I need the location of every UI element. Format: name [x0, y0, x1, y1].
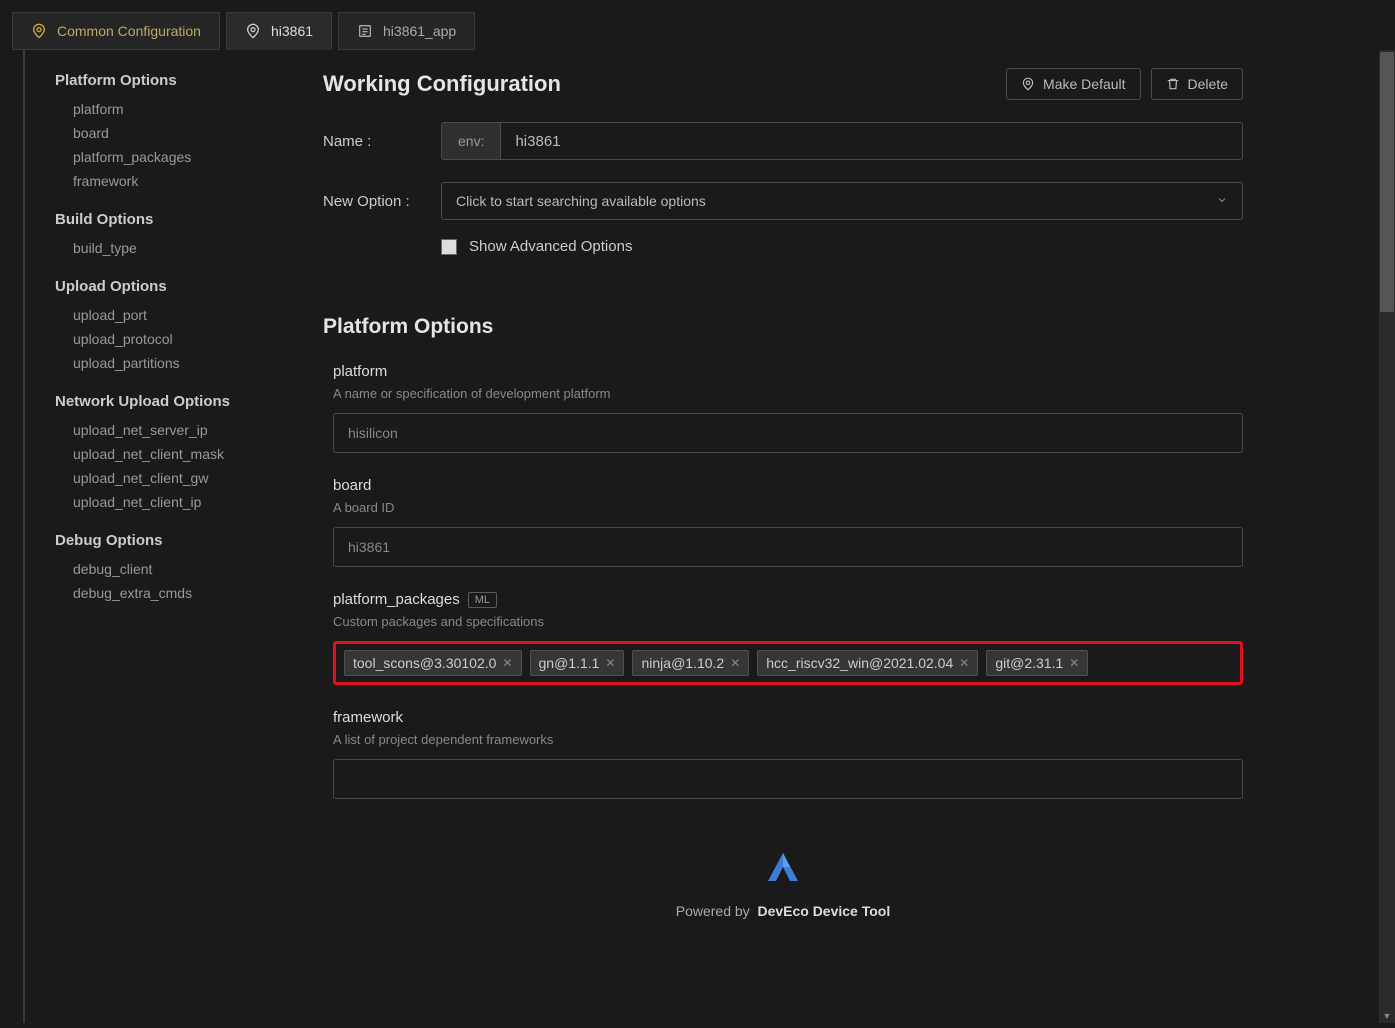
package-tag: gn@1.1.1 ✕ — [530, 650, 625, 676]
sidebar-item-debug-client[interactable]: debug_client — [55, 557, 293, 581]
option-board-desc: A board ID — [333, 500, 1243, 515]
env-prefix: env: — [442, 123, 501, 159]
sidebar-heading-build-options[interactable]: Build Options — [55, 211, 293, 228]
tab-label: hi3861_app — [383, 23, 456, 39]
trash-icon — [1166, 77, 1180, 91]
option-platform-packages-name: platform_packages ML — [333, 591, 1243, 608]
sidebar-item-upload-port[interactable]: upload_port — [55, 303, 293, 327]
scrollbar[interactable]: ▲ ▼ — [1379, 50, 1395, 1023]
board-input[interactable]: hi3861 — [333, 527, 1243, 567]
target-icon — [1021, 77, 1035, 91]
sidebar-item-board[interactable]: board — [55, 121, 293, 145]
option-platform-packages-desc: Custom packages and specifications — [333, 614, 1243, 629]
sidebar-item-platform[interactable]: platform — [55, 97, 293, 121]
sidebar-item-upload-net-server-ip[interactable]: upload_net_server_ip — [55, 418, 293, 442]
package-tag: git@2.31.1 ✕ — [986, 650, 1088, 676]
sidebar-item-upload-net-client-ip[interactable]: upload_net_client_ip — [55, 490, 293, 514]
platform-packages-input[interactable]: tool_scons@3.30102.0 ✕ gn@1.1.1 ✕ ninja@… — [333, 641, 1243, 685]
sidebar-heading-upload-options[interactable]: Upload Options — [55, 278, 293, 295]
ml-badge: ML — [468, 592, 497, 608]
sidebar-item-build-type[interactable]: build_type — [55, 236, 293, 260]
tab-label: Common Configuration — [57, 23, 201, 39]
page-title: Working Configuration — [323, 71, 561, 97]
scrollbar-thumb[interactable] — [1380, 52, 1394, 312]
new-option-label: New Option : — [323, 193, 441, 210]
show-advanced-checkbox[interactable] — [441, 239, 457, 255]
remove-tag-icon[interactable]: ✕ — [605, 656, 615, 670]
remove-tag-icon[interactable]: ✕ — [1069, 656, 1079, 670]
target-icon — [31, 23, 47, 39]
new-option-select[interactable]: Click to start searching available optio… — [441, 182, 1243, 220]
delete-button[interactable]: Delete — [1151, 68, 1243, 100]
sidebar: Platform Options platform board platform… — [23, 50, 323, 1023]
sidebar-heading-debug-options[interactable]: Debug Options — [55, 532, 293, 549]
sidebar-item-platform-packages[interactable]: platform_packages — [55, 145, 293, 169]
sidebar-item-framework[interactable]: framework — [55, 169, 293, 193]
name-label: Name : — [323, 133, 441, 150]
framework-input[interactable] — [333, 759, 1243, 799]
deveco-logo-icon — [762, 849, 804, 887]
option-platform-desc: A name or specification of development p… — [333, 386, 1243, 401]
sidebar-item-upload-net-client-gw[interactable]: upload_net_client_gw — [55, 466, 293, 490]
tab-hi3861[interactable]: hi3861 — [226, 12, 332, 50]
remove-tag-icon[interactable]: ✕ — [730, 656, 740, 670]
button-label: Make Default — [1043, 76, 1125, 92]
package-tag: tool_scons@3.30102.0 ✕ — [344, 650, 522, 676]
sidebar-item-upload-partitions[interactable]: upload_partitions — [55, 351, 293, 375]
sidebar-item-upload-net-client-mask[interactable]: upload_net_client_mask — [55, 442, 293, 466]
powered-by-line: Powered by DevEco Device Tool — [323, 903, 1243, 919]
platform-input[interactable]: hisilicon — [333, 413, 1243, 453]
name-input-group: env: — [441, 122, 1243, 160]
target-icon — [245, 23, 261, 39]
package-tag: hcc_riscv32_win@2021.02.04 ✕ — [757, 650, 978, 676]
tab-common-configuration[interactable]: Common Configuration — [12, 12, 220, 50]
chevron-down-icon — [1216, 193, 1228, 209]
sidebar-heading-network-upload-options[interactable]: Network Upload Options — [55, 393, 293, 410]
option-platform-name: platform — [333, 363, 1243, 380]
button-label: Delete — [1188, 76, 1228, 92]
tab-label: hi3861 — [271, 23, 313, 39]
remove-tag-icon[interactable]: ✕ — [959, 656, 969, 670]
placeholder-text: hi3861 — [348, 539, 390, 555]
package-tag: ninja@1.10.2 ✕ — [632, 650, 749, 676]
section-platform-options: Platform Options — [323, 315, 1243, 339]
remove-tag-icon[interactable]: ✕ — [502, 656, 512, 670]
sidebar-item-debug-extra-cmds[interactable]: debug_extra_cmds — [55, 581, 293, 605]
list-icon — [357, 23, 373, 39]
scroll-down-icon[interactable]: ▼ — [1379, 1009, 1395, 1023]
show-advanced-label: Show Advanced Options — [469, 238, 632, 255]
sidebar-item-upload-protocol[interactable]: upload_protocol — [55, 327, 293, 351]
select-placeholder: Click to start searching available optio… — [456, 193, 706, 209]
placeholder-text: hisilicon — [348, 425, 398, 441]
option-framework-desc: A list of project dependent frameworks — [333, 732, 1243, 747]
make-default-button[interactable]: Make Default — [1006, 68, 1140, 100]
option-board-name: board — [333, 477, 1243, 494]
name-input[interactable] — [501, 123, 1242, 159]
option-framework-name: framework — [333, 709, 1243, 726]
tab-hi3861-app[interactable]: hi3861_app — [338, 12, 475, 50]
sidebar-heading-platform-options[interactable]: Platform Options — [55, 72, 293, 89]
